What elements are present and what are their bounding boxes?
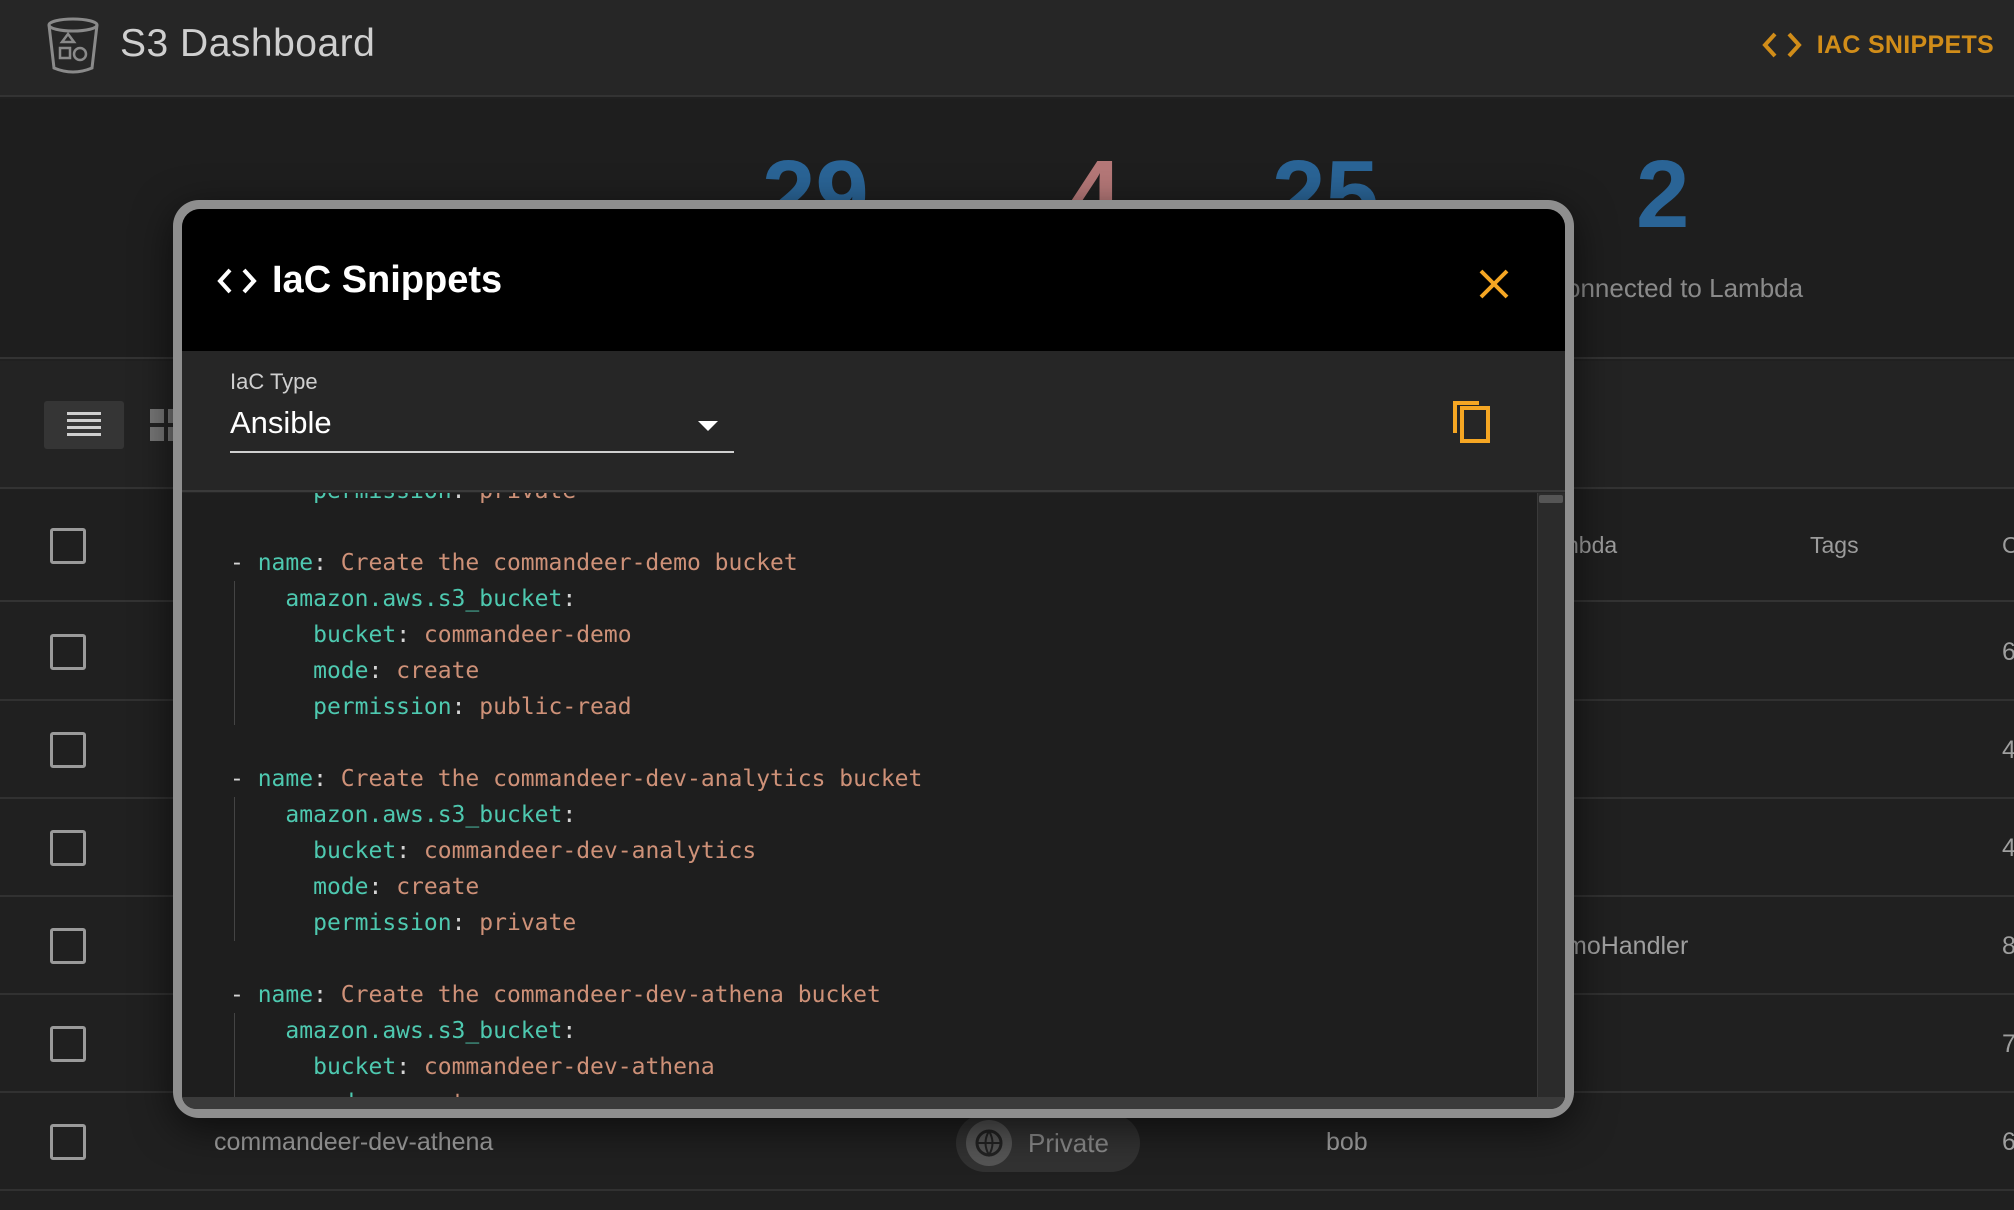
- code-key: amazon.aws.s3_bucket: [285, 586, 563, 612]
- code-key: name: [257, 982, 314, 1008]
- code-value: private: [479, 493, 576, 504]
- code-line: amazon.aws.s3_bucket:: [285, 1018, 577, 1044]
- code-icon: [217, 268, 257, 293]
- iac-snippets-button[interactable]: IAC SNIPPETS: [1761, 30, 1994, 60]
- row-owner-cell: bob: [1326, 1128, 1368, 1156]
- code-value: commandeer-dev-analytics: [423, 838, 757, 864]
- iac-snippets-dialog: IaC Snippets IaC Type Ansible permission…: [173, 200, 1574, 1118]
- stat-lambda-buckets: 2: [1636, 141, 1690, 248]
- iac-type-select[interactable]: Ansible: [230, 401, 734, 453]
- bucket-icon: [47, 17, 99, 74]
- code-value: create: [396, 874, 480, 900]
- code-line: - name: Create the commandeer-dev-athena…: [230, 982, 881, 1008]
- indent-guide: [234, 581, 235, 725]
- stat-lambda-label: onnected to Lambda: [1566, 273, 1804, 303]
- dialog-footer-edge: [182, 1097, 1565, 1109]
- indent-guide: [234, 797, 235, 941]
- code-line: bucket: commandeer-demo: [313, 622, 632, 648]
- code-value: create: [396, 658, 480, 684]
- row-created-cell: 6: [2002, 638, 2014, 666]
- column-header-created[interactable]: C: [2002, 532, 2014, 559]
- code-line: bucket: commandeer-dev-athena: [313, 1054, 715, 1080]
- copy-icon[interactable]: [1449, 393, 1493, 445]
- code-line: permission: private: [182, 493, 1565, 509]
- code-key: bucket: [313, 1054, 397, 1080]
- code-key: name: [257, 766, 314, 792]
- dropdown-arrow-icon: [698, 421, 718, 431]
- code-line: amazon.aws.s3_bucket:: [285, 802, 577, 828]
- row-created-cell: 7: [2002, 1030, 2014, 1058]
- code-value: public-read: [479, 694, 632, 720]
- code-line: - name: Create the commandeer-demo bucke…: [230, 550, 798, 576]
- dialog-header: IaC Snippets: [182, 209, 1565, 351]
- code-key: bucket: [313, 622, 397, 648]
- list-icon: [67, 412, 101, 436]
- code-line: permission: public-read: [313, 694, 632, 720]
- access-badge-label: Private: [1028, 1127, 1109, 1158]
- code-line: bucket: commandeer-dev-analytics: [313, 838, 757, 864]
- code-key: bucket: [313, 838, 397, 864]
- column-header-tags[interactable]: Tags: [1810, 532, 1859, 559]
- row-created-cell: 6: [2002, 1128, 2014, 1156]
- dialog-controls: IaC Type Ansible: [182, 351, 1565, 492]
- code-key: mode: [313, 658, 369, 684]
- scrollbar-thumb[interactable]: [1539, 495, 1563, 503]
- code-key: amazon.aws.s3_bucket: [285, 1018, 563, 1044]
- code-scrollbar[interactable]: [1537, 493, 1565, 1101]
- code-key: amazon.aws.s3_bucket: [285, 802, 563, 828]
- globe-lock-icon: [966, 1120, 1012, 1166]
- close-icon[interactable]: [1477, 267, 1511, 301]
- code-key: mode: [313, 874, 369, 900]
- row-lambda-cell: moHandler: [1566, 932, 1689, 960]
- select-all-checkbox[interactable]: [50, 528, 86, 564]
- row-created-cell: 8: [2002, 932, 2014, 960]
- row-checkbox[interactable]: [50, 830, 86, 866]
- row-created-cell: 4: [2002, 736, 2014, 764]
- row-created-cell: 4: [2002, 834, 2014, 862]
- code-value: Create the commandeer-dev-analytics buck…: [340, 766, 923, 792]
- row-checkbox[interactable]: [50, 928, 86, 964]
- code-line: amazon.aws.s3_bucket:: [285, 586, 577, 612]
- dialog-title-text: IaC Snippets: [272, 259, 503, 301]
- code-line: - name: Create the commandeer-dev-analyt…: [230, 766, 923, 792]
- iac-snippets-label: IAC SNIPPETS: [1816, 30, 1994, 59]
- list-view-button[interactable]: [44, 401, 124, 449]
- code-key: permission: [313, 493, 451, 504]
- code-value: commandeer-demo: [423, 622, 632, 648]
- code-value: private: [479, 910, 577, 936]
- iac-type-value: Ansible: [230, 405, 332, 440]
- iac-type-label: IaC Type: [230, 369, 318, 394]
- code-line: mode: create: [313, 874, 480, 900]
- code-value: Create the commandeer-demo bucket: [340, 550, 798, 576]
- code-key: permission: [313, 694, 452, 720]
- code-value: commandeer-dev-athena: [423, 1054, 715, 1080]
- dialog-body: IaC Snippets IaC Type Ansible permission…: [182, 209, 1565, 1109]
- code-key: name: [257, 550, 314, 576]
- row-checkbox[interactable]: [50, 1026, 86, 1062]
- row-bucket-name[interactable]: commandeer-dev-athena: [214, 1128, 493, 1157]
- indent-guide: [234, 1013, 235, 1101]
- code-viewer[interactable]: permission: private - name: Create the co…: [182, 493, 1565, 1101]
- top-app-bar: S3 Dashboard IAC SNIPPETS: [0, 0, 2014, 97]
- row-checkbox[interactable]: [50, 732, 86, 768]
- code-line: mode: create: [313, 658, 480, 684]
- row-checkbox[interactable]: [50, 634, 86, 670]
- row-checkbox[interactable]: [50, 1124, 86, 1160]
- app-title: S3 Dashboard: [120, 22, 376, 65]
- code-icon: [1762, 32, 1802, 58]
- code-value: Create the commandeer-dev-athena bucket: [340, 982, 881, 1008]
- access-badge: Private: [956, 1114, 1140, 1172]
- code-line: permission: private: [313, 910, 577, 936]
- code-block: permission: private - name: Create the co…: [182, 493, 1565, 1101]
- dialog-title: IaC Snippets: [216, 259, 502, 302]
- code-key: permission: [313, 910, 452, 936]
